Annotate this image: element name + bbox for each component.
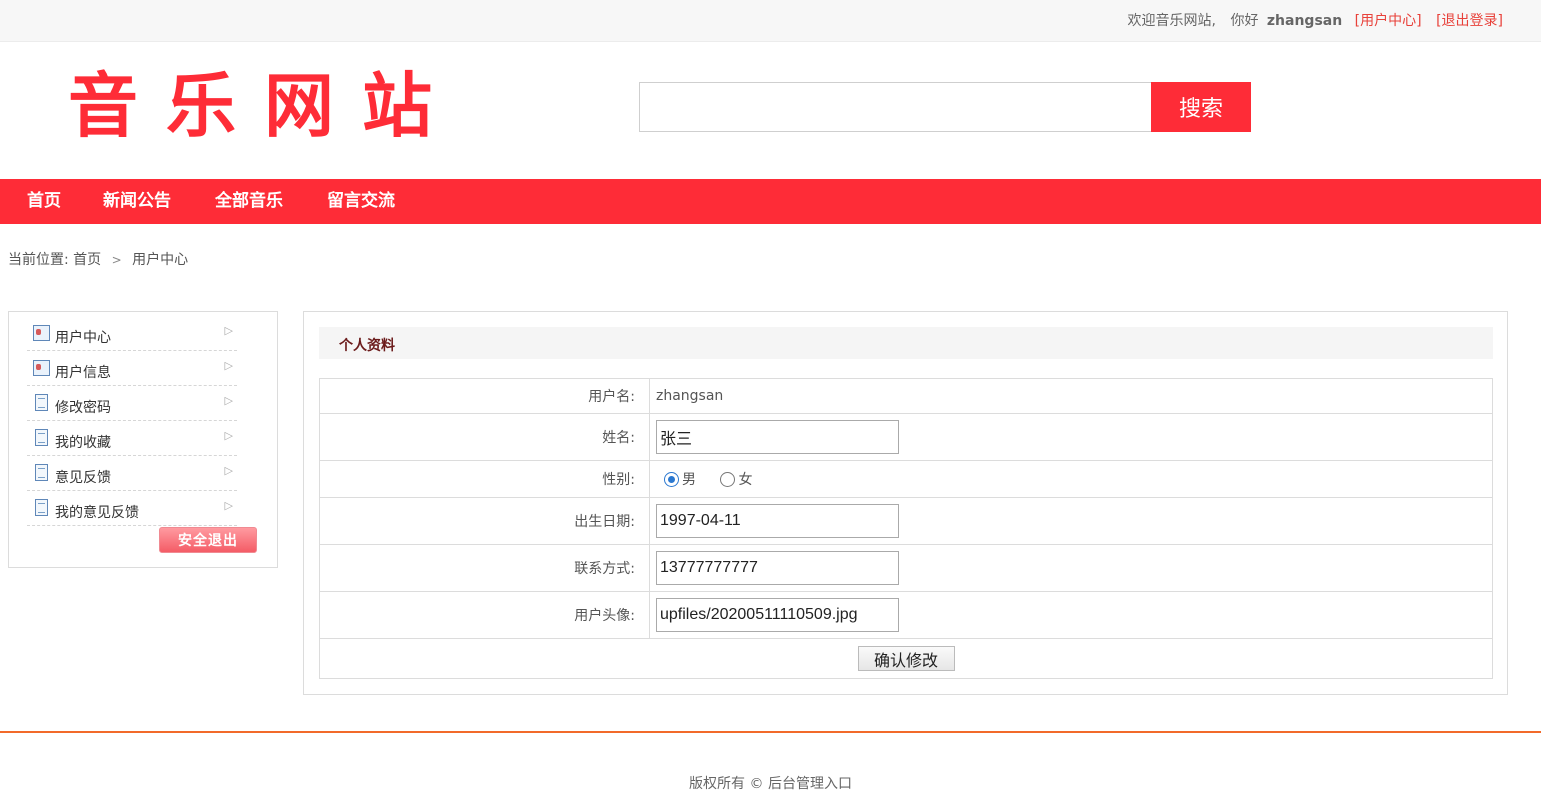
sidebar-item-label: 修改密码 (55, 400, 111, 416)
form-row-contact: 联系方式: (319, 544, 1493, 592)
top-bar: 欢迎音乐网站, 你好 zhangsan [用户中心] [退出登录] (0, 0, 1541, 42)
profile-panel: 个人资料 用户名: zhangsan 姓名: 性别: 男 女 出生日期: 联系方… (303, 311, 1508, 695)
avatar-input[interactable] (656, 598, 899, 632)
search-input[interactable] (639, 82, 1152, 132)
form-row-username: 用户名: zhangsan (319, 378, 1493, 414)
user-sidebar: 用户中心 ▷ 用户信息 ▷ 修改密码 ▷ 我的收藏 ▷ 意见反馈 ▷ 我的意见反… (8, 311, 278, 568)
gender-male-radio[interactable] (664, 471, 679, 487)
sidebar-item-user-info[interactable]: 用户信息 ▷ (27, 351, 237, 386)
chevron-right-icon: ▷ (224, 499, 233, 512)
birth-label: 出生日期: (319, 497, 650, 545)
id-card-icon (33, 360, 50, 376)
gender-female-label: 女 (738, 472, 753, 488)
footer-divider (0, 731, 1541, 733)
sidebar-item-my-feedback[interactable]: 我的意见反馈 ▷ (27, 491, 237, 526)
form-row-name: 姓名: (319, 413, 1493, 461)
sidebar-item-user-center[interactable]: 用户中心 ▷ (27, 316, 237, 351)
sidebar-item-label: 用户中心 (55, 330, 111, 346)
welcome-text: 欢迎音乐网站, (1127, 13, 1216, 29)
form-row-submit: 确认修改 (319, 638, 1493, 679)
safe-logout-button[interactable]: 安全退出 (159, 527, 257, 553)
breadcrumb-prefix: 当前位置: (8, 252, 69, 268)
chevron-right-icon: ▷ (224, 324, 233, 337)
chevron-right-icon: ▷ (224, 359, 233, 372)
sidebar-item-label: 意见反馈 (55, 470, 111, 486)
username: zhangsan (1266, 13, 1343, 29)
footer-text[interactable]: 版权所有 © 后台管理入口 (0, 773, 1541, 793)
form-row-gender: 性别: 男 女 (319, 460, 1493, 498)
sidebar-item-favorites[interactable]: 我的收藏 ▷ (27, 421, 237, 456)
form-row-birth: 出生日期: (319, 497, 1493, 545)
main-nav: 首页 新闻公告 全部音乐 留言交流 (0, 179, 1541, 224)
gender-female-radio[interactable] (720, 471, 736, 487)
contact-input[interactable] (656, 551, 899, 585)
username-label: 用户名: (319, 378, 650, 414)
sidebar-item-label: 我的收藏 (55, 435, 111, 451)
name-label: 姓名: (319, 413, 650, 461)
nav-item-messages[interactable]: 留言交流 (327, 179, 395, 224)
panel-header: 个人资料 (319, 327, 1493, 359)
user-center-link[interactable]: [用户中心] (1355, 13, 1422, 29)
site-logo[interactable]: 音乐网站 (68, 64, 460, 148)
document-icon (35, 464, 48, 481)
id-card-icon (33, 325, 50, 341)
breadcrumb-home[interactable]: 首页 (73, 252, 101, 268)
nav-item-home[interactable]: 首页 (27, 179, 61, 224)
document-icon (35, 394, 48, 411)
chevron-right-icon: ▷ (224, 464, 233, 477)
nav-item-music[interactable]: 全部音乐 (215, 179, 283, 224)
birth-date-input[interactable] (656, 504, 899, 538)
search-button[interactable]: 搜索 (1151, 82, 1251, 132)
breadcrumb: 当前位置: 首页 > 用户中心 (8, 249, 188, 269)
panel-title: 个人资料 (339, 338, 395, 354)
document-icon (35, 429, 48, 446)
sidebar-item-label: 用户信息 (55, 365, 111, 381)
confirm-edit-button[interactable]: 确认修改 (857, 646, 955, 671)
profile-form: 用户名: zhangsan 姓名: 性别: 男 女 出生日期: 联系方式: 用户… (319, 378, 1493, 679)
gender-male-label: 男 (682, 472, 696, 488)
nav-item-news[interactable]: 新闻公告 (103, 179, 171, 224)
contact-label: 联系方式: (319, 544, 650, 592)
gender-label: 性别: (319, 460, 650, 498)
username-value: zhangsan (649, 378, 1493, 414)
chevron-right-icon: ▷ (224, 429, 233, 442)
form-row-avatar: 用户头像: (319, 591, 1493, 639)
sidebar-item-feedback[interactable]: 意见反馈 ▷ (27, 456, 237, 491)
document-icon (35, 499, 48, 516)
welcome-area: 欢迎音乐网站, 你好 zhangsan [用户中心] [退出登录] (1128, 10, 1503, 30)
greeting-text: 你好 (1230, 13, 1259, 29)
sidebar-item-change-password[interactable]: 修改密码 ▷ (27, 386, 237, 421)
sidebar-item-label: 我的意见反馈 (55, 505, 139, 521)
logout-link[interactable]: [退出登录] (1436, 13, 1503, 29)
name-input[interactable] (656, 420, 899, 454)
avatar-label: 用户头像: (319, 591, 650, 639)
breadcrumb-current: 用户中心 (132, 252, 189, 268)
chevron-right-icon: ▷ (224, 394, 233, 407)
chevron-right-icon: > (111, 253, 122, 267)
